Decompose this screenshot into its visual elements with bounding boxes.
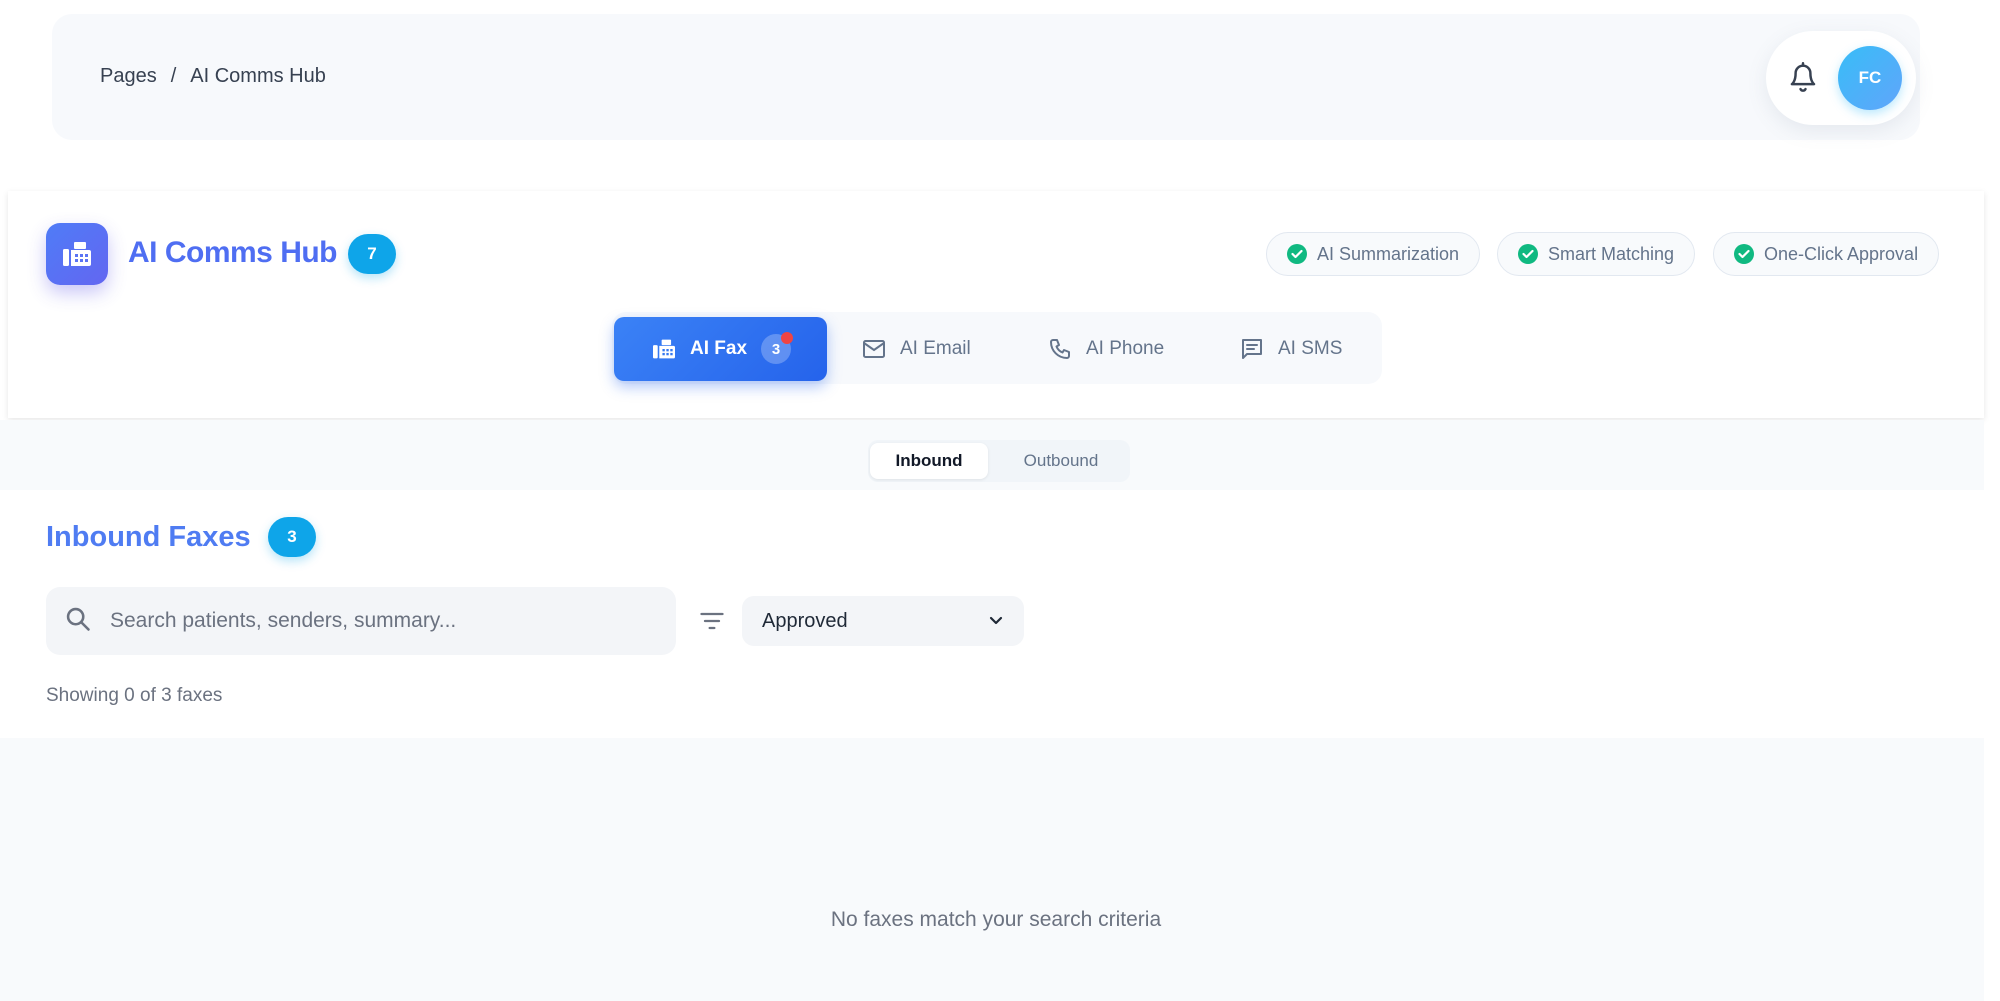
breadcrumb-root[interactable]: Pages [100,65,157,88]
feature-badge-matching: Smart Matching [1497,232,1696,276]
tab-label: AI Phone [1086,338,1165,359]
search-input[interactable] [110,604,660,638]
tab-count: 3 [771,340,781,358]
outbound-toggle-button[interactable]: Outbound [996,443,1126,479]
tab-label: AI SMS [1278,338,1343,359]
check-circle-icon [1518,244,1538,264]
feature-badge-approval: One-Click Approval [1713,232,1940,276]
empty-state [0,738,1984,1001]
inbound-toggle-button[interactable]: Inbound [870,443,988,479]
search-icon [66,607,90,631]
total-count-badge: 7 [348,234,396,274]
feature-label: AI Summarization [1317,243,1460,264]
fax-icon [653,339,675,359]
feature-label: One-Click Approval [1764,243,1919,264]
avatar[interactable]: FC [1838,46,1902,110]
fax-icon [46,223,108,285]
tab-ai-email[interactable]: AI Email [862,317,971,381]
breadcrumb-separator: / [170,65,177,87]
tab-ai-phone[interactable]: AI Phone [1048,317,1164,381]
page-title: AI Comms Hub [128,236,338,269]
status-filter-value: Approved [762,609,848,632]
top-bar [52,14,1920,140]
breadcrumb-current: AI Comms Hub [190,65,326,87]
list-count-badge: 3 [268,517,316,557]
phone-icon [1050,339,1070,359]
empty-state-message: No faxes match your search criteria [830,908,1162,931]
section-title: Inbound Faxes [46,521,251,553]
tab-ai-fax[interactable]: AI Fax 3 [614,317,828,381]
tab-ai-sms[interactable]: AI SMS [1240,317,1342,381]
notification-dot [781,332,794,344]
filter-icon[interactable] [698,607,726,635]
breadcrumb: Pages / AI Comms Hub [100,65,326,88]
tab-label: AI Email [900,338,971,359]
feature-badge-summarization: AI Summarization [1266,232,1481,276]
mail-icon [863,340,885,358]
tab-label: AI Fax [690,338,748,359]
status-filter-select[interactable]: Approved [742,596,1024,646]
check-circle-icon [1734,244,1754,264]
tab-count-badge: 3 [761,332,794,364]
results-count-text: Showing 0 of 3 faxes [46,685,223,706]
feature-label: Smart Matching [1548,243,1675,264]
check-circle-icon [1287,244,1307,264]
sms-icon [1242,339,1262,359]
bell-icon[interactable] [1788,62,1818,94]
chevron-down-icon [989,616,1003,625]
